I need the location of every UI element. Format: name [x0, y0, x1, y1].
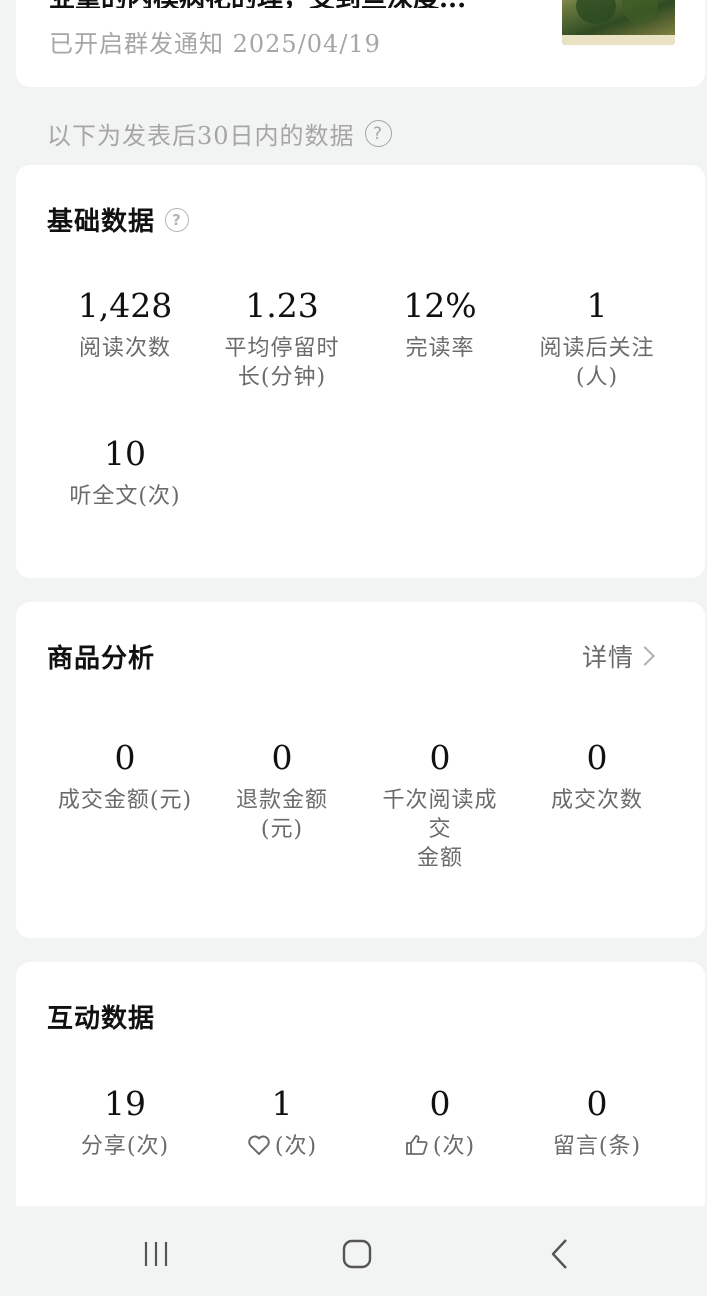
metric-label: 听全文(次) [69, 484, 181, 509]
article-thumbnail [562, 0, 675, 45]
metric-label: (次) [204, 1132, 360, 1161]
basic-data-card: 基础数据 ? 1,428 阅读次数 1.23 平均停留时 长(分钟) 12% 完读… [16, 165, 705, 578]
metric-read-count[interactable]: 1,428 阅读次数 [47, 286, 203, 363]
metric-label: 退款金额 (元) [235, 788, 328, 842]
metric-completion-rate[interactable]: 12% 完读率 [362, 286, 518, 363]
thumbs-up-icon [406, 1135, 428, 1155]
metric-value: 0 [114, 738, 136, 777]
back-button[interactable] [530, 1236, 590, 1272]
metric-label: 成交次数 [550, 788, 643, 813]
recent-apps-button[interactable] [126, 1236, 186, 1272]
metric-value: 19 [104, 1084, 146, 1123]
metric-value: 12% [403, 286, 477, 325]
metric-follow-after-read[interactable]: 1 阅读后关注 (人) [519, 286, 675, 392]
metric-label: 分享(次) [80, 1134, 170, 1159]
home-icon [342, 1239, 372, 1269]
metric-label: 阅读次数 [78, 336, 171, 361]
metric-shares[interactable]: 19 分享(次) [47, 1084, 203, 1161]
chevron-right-icon [635, 646, 655, 666]
help-icon[interactable]: ? [165, 207, 190, 232]
metric-comments[interactable]: 0 留言(条) [519, 1084, 675, 1161]
article-card[interactable]: 业重的内模病花的理，受到些深度... 已开启群发通知 2025/04/19 [16, 0, 705, 87]
system-navigation-bar [0, 1206, 707, 1296]
metric-label: 千次阅读成交金额 [382, 788, 498, 871]
metric-label: 留言(条) [552, 1134, 642, 1159]
metric-likes[interactable]: 1 (次) [204, 1084, 360, 1161]
goods-analysis-card: 商品分析 详情 0 成交金额(元) 0 退款金额 (元) 0 千次阅读成交金额 0… [16, 602, 705, 938]
data-period-note-text: 以下为发表后30日内的数据 [47, 122, 355, 150]
basic-data-title: 基础数据 ? [47, 201, 190, 238]
metric-value: 1 [586, 286, 608, 325]
goods-analysis-title: 商品分析 [47, 644, 156, 674]
heart-icon [248, 1135, 270, 1155]
basic-data-title-text: 基础数据 [47, 207, 156, 237]
metric-value: 0 [271, 738, 293, 777]
metric-value: 1 [271, 1084, 293, 1123]
metric-refund-amount[interactable]: 0 退款金额 (元) [204, 738, 360, 844]
metric-label: 阅读后关注 (人) [539, 336, 655, 390]
back-icon [551, 1239, 567, 1269]
metric-label: (次) [362, 1132, 518, 1161]
metric-listen-full[interactable]: 10 听全文(次) [47, 434, 203, 511]
metric-value: 0 [429, 1084, 451, 1123]
metric-value: 1,428 [77, 286, 173, 325]
recent-apps-icon [144, 1242, 168, 1266]
metric-label: 成交金额(元) [57, 788, 193, 813]
metric-deal-amount[interactable]: 0 成交金额(元) [47, 738, 203, 815]
metric-value: 1.23 [245, 286, 319, 325]
data-period-note: 以下为发表后30日内的数据 ? [47, 116, 392, 151]
help-icon[interactable]: ? [364, 120, 392, 147]
metric-label: 平均停留时 长(分钟) [224, 336, 340, 390]
metric-deal-count[interactable]: 0 成交次数 [519, 738, 675, 815]
metric-thumbs-up[interactable]: 0 (次) [362, 1084, 518, 1161]
metric-per-thousand-reads-amount[interactable]: 0 千次阅读成交金额 [362, 738, 518, 873]
metric-value: 0 [429, 738, 451, 777]
article-title: 业重的内模病花的理，受到些深度... [49, 0, 529, 8]
goods-detail-label: 详情 [582, 643, 635, 672]
interaction-data-title: 互动数据 [47, 1004, 156, 1034]
home-button[interactable] [327, 1236, 387, 1272]
metric-value: 0 [586, 738, 608, 777]
interaction-data-card: 互动数据 19 分享(次) 1 (次) 0 (次) 0 留言(条) [16, 962, 705, 1232]
metric-avg-stay-time[interactable]: 1.23 平均停留时 长(分钟) [204, 286, 360, 392]
goods-detail-link[interactable]: 详情 [582, 638, 655, 674]
article-meta: 已开启群发通知 2025/04/19 [49, 30, 381, 58]
metric-label: 完读率 [405, 336, 475, 361]
metric-value: 0 [586, 1084, 608, 1123]
metric-value: 10 [104, 434, 146, 473]
